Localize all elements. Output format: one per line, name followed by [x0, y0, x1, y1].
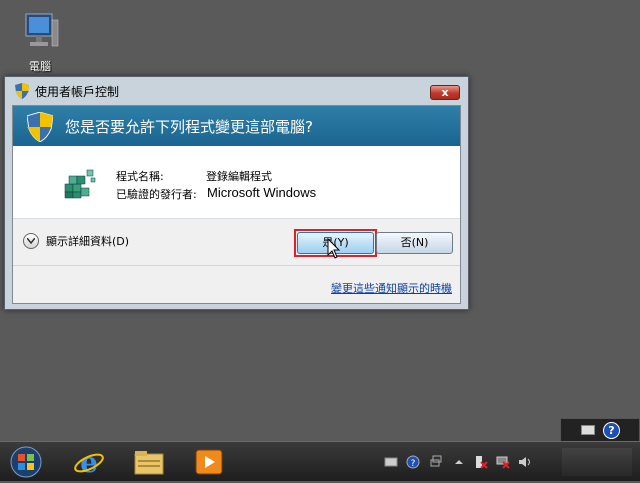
svg-text:?: ? — [411, 459, 416, 469]
show-details-label: 顯示詳細資料(D) — [46, 235, 130, 248]
chevron-down-icon — [23, 233, 39, 249]
media-player-icon[interactable] — [192, 446, 226, 478]
volume-icon[interactable] — [518, 454, 532, 468]
divider — [13, 265, 460, 266]
action-center-icon[interactable] — [474, 454, 488, 469]
keyboard-icon[interactable] — [384, 454, 398, 468]
help-icon[interactable]: ? — [603, 422, 620, 439]
svg-text:e: e — [80, 446, 98, 478]
system-tray: ? — [380, 442, 640, 482]
dialog-title: 使用者帳戶控制 — [35, 85, 120, 99]
keyboard-icon[interactable] — [581, 425, 595, 435]
dialog-titlebar[interactable]: 使用者帳戶控制 x — [5, 77, 468, 103]
mouse-pointer-icon — [327, 237, 341, 260]
uac-dialog: 使用者帳戶控制 x 您是否要允許下列程式變更這部電腦? 程式名稱: 登錄編輯程式… — [4, 76, 469, 310]
dialog-client: 您是否要允許下列程式變更這部電腦? 程式名稱: 登錄編輯程式 已驗證的發行者: — [12, 105, 461, 304]
close-icon: x — [441, 86, 449, 99]
help-icon[interactable]: ? — [406, 454, 420, 469]
start-button[interactable] — [8, 445, 44, 479]
internet-explorer-icon[interactable]: e — [72, 446, 106, 479]
program-name-value: 登錄編輯程式 — [206, 170, 272, 183]
desktop-icon-computer[interactable]: 電腦 — [12, 10, 68, 74]
publisher-value: Microsoft Windows — [207, 185, 317, 200]
show-details-toggle[interactable]: 顯示詳細資料(D) — [23, 232, 129, 250]
question-banner: 您是否要允許下列程式變更這部電腦? — [13, 106, 460, 146]
network-icon[interactable] — [496, 454, 510, 469]
shield-icon — [15, 83, 29, 99]
desktop-icon-label: 電腦 — [29, 60, 51, 73]
program-name-label: 程式名稱: — [116, 170, 164, 183]
clock-area[interactable] — [562, 448, 632, 476]
registry-editor-icon — [63, 166, 97, 200]
change-notification-link[interactable]: 變更這些通知顯示的時機 — [331, 280, 452, 296]
folder-icon[interactable] — [132, 446, 166, 478]
question-text: 您是否要允許下列程式變更這部電腦? — [65, 118, 313, 136]
program-info: 程式名稱: 登錄編輯程式 已驗證的發行者: Microsoft Windows — [13, 146, 460, 218]
taskbar: e ? — [0, 441, 640, 481]
show-hidden-icon[interactable] — [452, 454, 466, 468]
computer-icon — [20, 10, 60, 54]
close-button[interactable]: x — [430, 85, 460, 100]
shield-icon — [26, 111, 54, 143]
no-button[interactable]: 否(N) — [376, 232, 453, 254]
divider — [13, 218, 460, 219]
publisher-label: 已驗證的發行者: — [116, 188, 197, 201]
language-bar[interactable]: ? — [560, 418, 640, 442]
restore-icon[interactable] — [430, 454, 444, 468]
